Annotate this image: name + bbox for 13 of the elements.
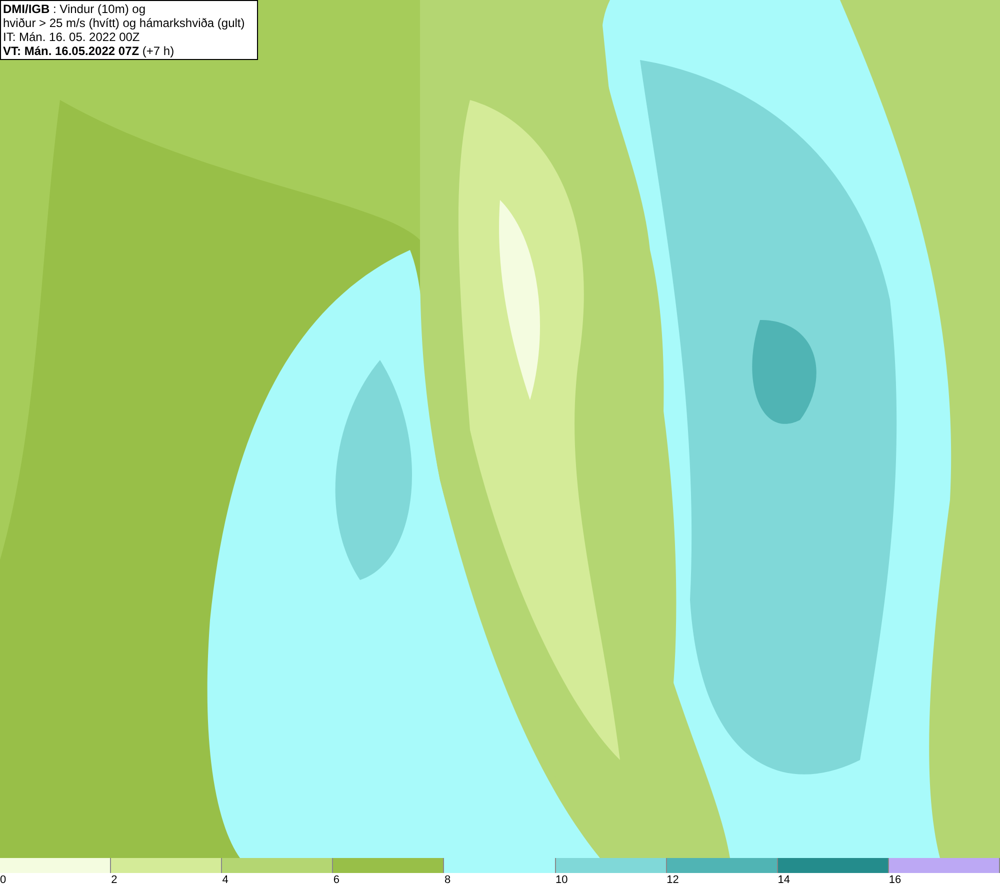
legend-tick: 16 [888,873,902,887]
legend-tick: 2 [111,873,118,887]
legend-tick: 0 [0,873,6,887]
caption-line: VT: Mán. 16.05.2022 07Z (+7 h) [3,44,176,58]
caption-line: DMI/IGB : Vindur (10m) og [3,2,146,16]
legend-tick: 6 [333,873,340,887]
legend-tick: 14 [778,873,790,887]
legend-tick: 8 [444,873,451,887]
legend-tick: 10 [556,873,568,887]
legend-tick: 12 [666,873,679,887]
legend-tick: 4 [222,873,228,887]
caption-line: IT: Mán. 16. 05. 2022 00Z [3,30,141,44]
caption-line: hviður > 25 m/s (hvítt) og hámarkshviða (gult) [3,16,246,30]
